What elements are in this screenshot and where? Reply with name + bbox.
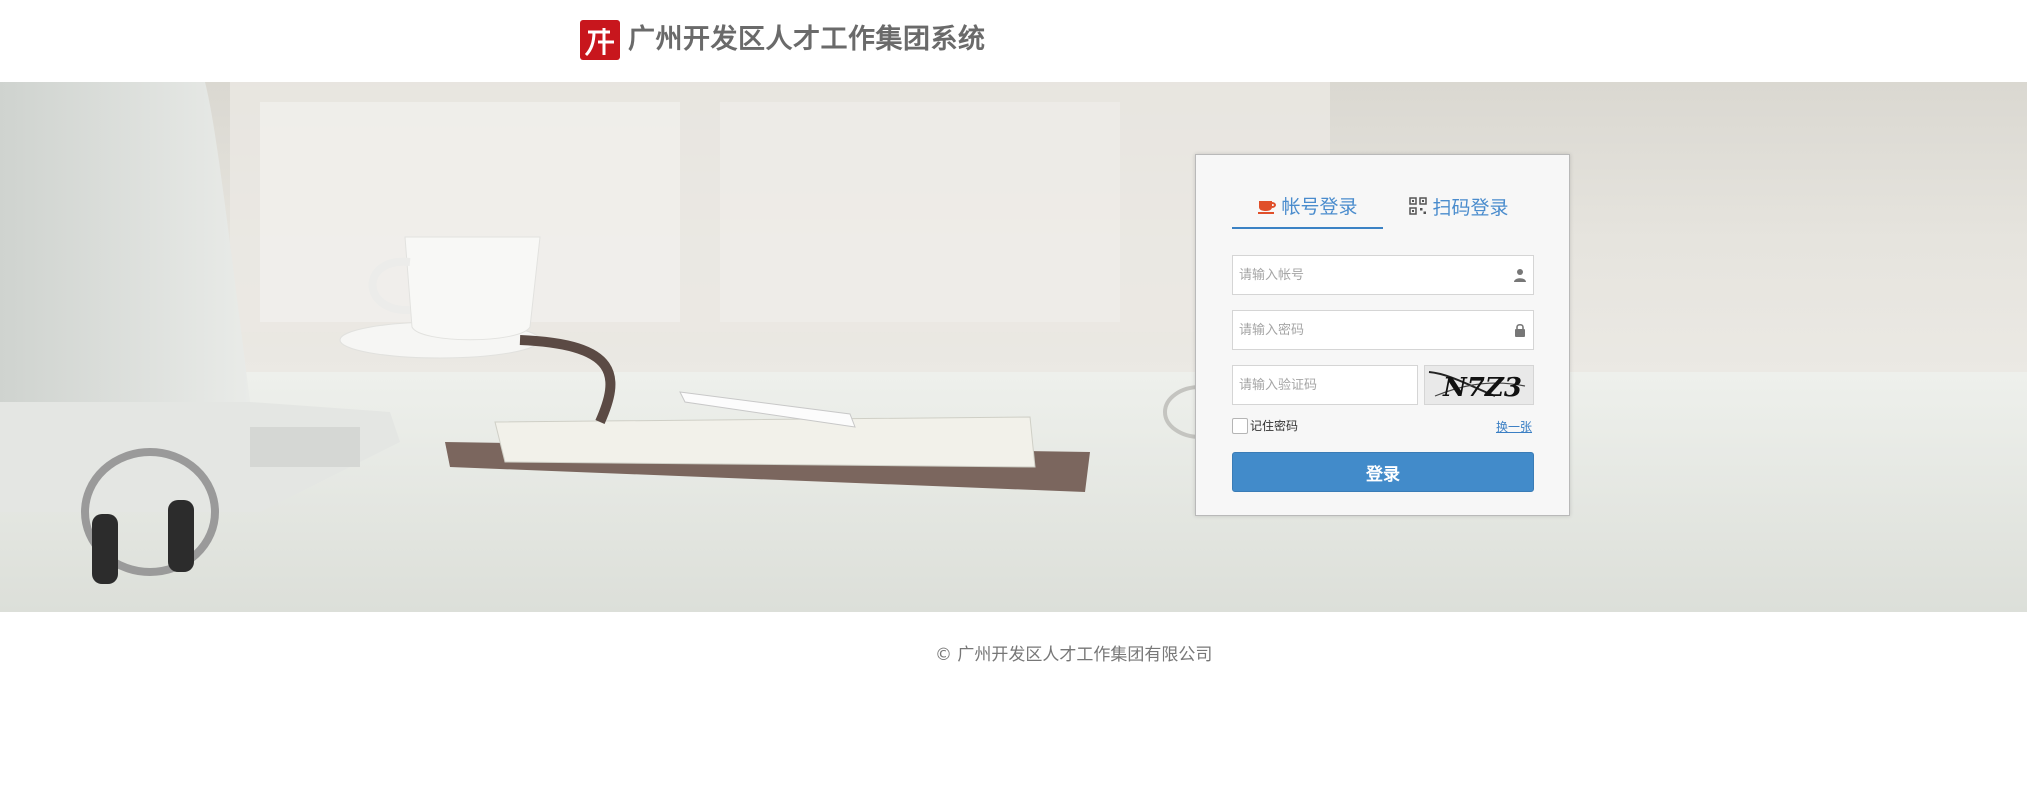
username-field [1232, 255, 1534, 295]
company-logo [580, 20, 620, 60]
captcha-input[interactable] [1233, 366, 1417, 404]
tab-qrcode-login[interactable]: 扫码登录 [1383, 183, 1534, 229]
remember-checkbox[interactable] [1232, 417, 1248, 434]
tab-qrcode-label: 扫码登录 [1432, 196, 1509, 219]
refresh-captcha-link[interactable]: 换一张 [1496, 418, 1532, 435]
login-tabs: 帐号登录 扫码登录 [1232, 183, 1534, 229]
tab-account-login[interactable]: 帐号登录 [1232, 183, 1383, 229]
password-input[interactable] [1233, 311, 1533, 349]
qrcode-icon [1409, 197, 1428, 215]
copyright-text: © 广州开发区人才工作集团有限公司 [935, 645, 1213, 665]
tab-account-label: 帐号登录 [1281, 195, 1358, 218]
password-field [1232, 310, 1534, 350]
login-button[interactable]: 登录 [1232, 452, 1534, 492]
remember-label: 记住密码 [1250, 419, 1299, 433]
captcha-field [1232, 365, 1418, 405]
remember-password[interactable]: 记住密码 [1232, 417, 1298, 434]
username-input[interactable] [1233, 256, 1533, 294]
login-panel: 帐号登录 扫码登录 请输入帐号 请输入验证码 N7Z3 记住密码 换一张 登录 [1195, 154, 1570, 516]
footer [0, 612, 2027, 788]
header: 广州开发区人才工作集团系统 [0, 0, 2027, 82]
captcha-text: N7Z3 [1442, 373, 1522, 403]
hero-banner [0, 82, 2027, 612]
user-icon [1514, 269, 1526, 282]
app-title: 广州开发区人才工作集团系统 [628, 24, 986, 55]
lock-icon [1515, 323, 1525, 337]
desk-background-image [0, 82, 2027, 612]
captcha-graphic: N7Z3 [1428, 371, 1526, 403]
captcha-image[interactable]: N7Z3 [1424, 365, 1534, 405]
coffee-cup-icon [1258, 201, 1277, 214]
